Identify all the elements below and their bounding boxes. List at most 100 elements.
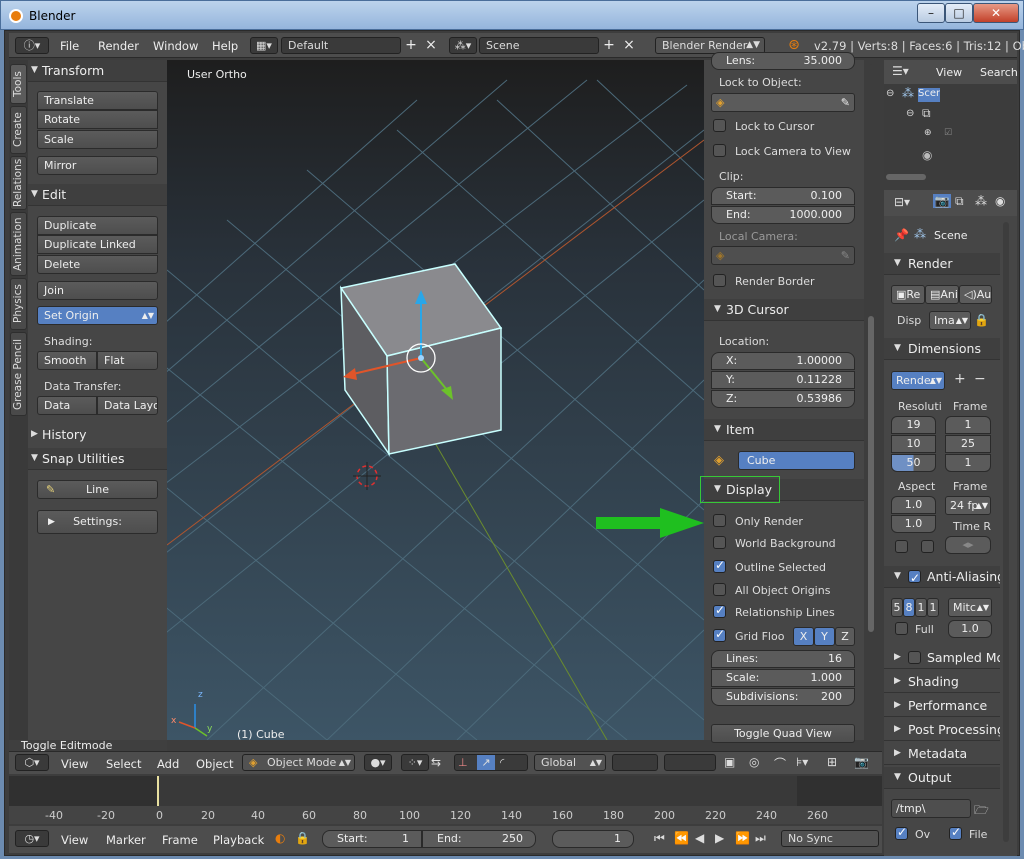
render-border-checkbox[interactable]: [713, 274, 726, 287]
3d-viewport[interactable]: z x y User Ortho (1) Cube: [167, 60, 704, 740]
only-render-checkbox[interactable]: [713, 514, 726, 527]
maximize-button[interactable]: □: [945, 3, 973, 23]
aspect-y-field[interactable]: 1.0: [891, 515, 936, 533]
mirror-button[interactable]: Mirror: [37, 156, 158, 175]
all-object-origins-checkbox[interactable]: [713, 583, 726, 596]
smooth-button[interactable]: Smooth: [37, 351, 97, 370]
pivot-point-icon[interactable]: ⁘▾: [401, 754, 429, 771]
render-animation-button[interactable]: ▤Ani: [925, 285, 959, 304]
clip-end-field[interactable]: End: 1000.000: [711, 206, 855, 224]
render-layers-icon[interactable]: ⧉: [922, 106, 931, 121]
render-layers-context-icon[interactable]: ⧉: [955, 194, 964, 209]
sampled-motion-blur-header[interactable]: ▶ Sampled Mo: [884, 647, 1000, 669]
add-scene-icon[interactable]: +: [600, 37, 618, 54]
scene-context-icon[interactable]: ⁂: [975, 194, 987, 208]
tab-create[interactable]: Create: [10, 106, 27, 154]
editor-type-info-icon[interactable]: ⓘ▾: [15, 37, 49, 54]
time-remap-field[interactable]: ◂▸: [945, 536, 991, 554]
timeline-menu-playback[interactable]: Playback: [213, 833, 264, 847]
resolution-x-field[interactable]: 19: [891, 416, 936, 434]
anti-aliasing-panel-header[interactable]: ▼ Anti-Aliasing: [884, 566, 1000, 588]
grid-subdivisions-field[interactable]: Subdivisions: 200: [711, 688, 855, 706]
frame-rate-dropdown[interactable]: 24 fp ▲▼: [945, 496, 991, 515]
remove-scene-icon[interactable]: ×: [620, 37, 638, 54]
full-sample-checkbox[interactable]: [895, 622, 908, 635]
minimize-button[interactable]: –: [917, 3, 945, 23]
scene-icon[interactable]: ⁂▾: [449, 37, 477, 54]
screen-layout-field[interactable]: Default: [281, 37, 401, 54]
item-panel-header[interactable]: ▼ Item: [704, 419, 864, 441]
border-checkbox[interactable]: [895, 540, 908, 553]
overwrite-checkbox[interactable]: [895, 825, 908, 840]
transform-orientation-dropdown[interactable]: Global ▲▼: [534, 754, 606, 771]
interaction-mode-dropdown[interactable]: ◈ Object Mode ▲▼: [242, 754, 355, 771]
tab-animation[interactable]: Animation: [10, 212, 27, 276]
outliner-editor-icon[interactable]: ☰▾: [892, 64, 909, 78]
add-layout-icon[interactable]: +: [402, 37, 420, 54]
grid-axis-y-toggle[interactable]: Y: [814, 627, 835, 646]
translate-manipulator-icon[interactable]: ⊥: [458, 755, 468, 770]
toggle-editmode-strip[interactable]: Toggle Editmode: [9, 740, 167, 751]
outliner-search-menu[interactable]: Search: [980, 66, 1018, 79]
menu-file[interactable]: File: [60, 39, 79, 53]
settings-button[interactable]: ▶ Settings:: [37, 510, 158, 534]
tab-tools[interactable]: Tools: [10, 64, 27, 104]
data-transfer-button[interactable]: Data: [37, 396, 97, 415]
npanel-scrollbar[interactable]: [868, 316, 874, 632]
resolution-y-field[interactable]: 10: [891, 435, 936, 453]
3d-cursor-panel-header[interactable]: ▼ 3D Cursor: [704, 299, 864, 321]
aa-samples-11[interactable]: 1: [915, 598, 927, 617]
collapse-icon[interactable]: ⊖: [906, 108, 914, 119]
flat-button[interactable]: Flat: [97, 351, 158, 370]
aspect-x-field[interactable]: 1.0: [891, 496, 936, 514]
file-browser-icon[interactable]: 🗁: [974, 801, 989, 822]
local-camera-field[interactable]: ◈ ✎: [711, 246, 855, 265]
history-panel-header[interactable]: ▶ History: [28, 424, 167, 446]
manipulator-buttons[interactable]: ⊥ ↗ ◜: [454, 754, 528, 771]
play-reverse-icon[interactable]: ◀: [695, 831, 704, 845]
layer-buttons-1[interactable]: [612, 754, 658, 771]
render-preview-icon[interactable]: 📷: [854, 755, 869, 769]
anti-aliasing-checkbox[interactable]: [908, 568, 921, 587]
start-frame-field[interactable]: Start: 1: [322, 830, 422, 848]
tab-relations[interactable]: Relations: [10, 156, 27, 210]
menu-add[interactable]: Add: [157, 757, 179, 771]
output-path-field[interactable]: /tmp\: [891, 799, 971, 818]
snap-element-icon[interactable]: ⊧▾: [796, 755, 808, 769]
toggle-quad-view-button[interactable]: Toggle Quad View: [711, 724, 855, 743]
world-context-icon[interactable]: ◉: [995, 194, 1005, 208]
world-background-checkbox[interactable]: [713, 536, 726, 549]
post-processing-panel-header[interactable]: ▶ Post Processing: [884, 719, 1000, 741]
rotate-button[interactable]: Rotate: [37, 110, 158, 129]
sync-mode-dropdown[interactable]: No Sync: [781, 830, 879, 847]
snap-utilities-header[interactable]: ▼ Snap Utilities: [28, 448, 167, 470]
clip-start-field[interactable]: Start: 0.100: [711, 187, 855, 205]
pin-icon[interactable]: 📌: [894, 228, 909, 242]
scene-field[interactable]: Scene: [479, 37, 599, 54]
play-icon[interactable]: ▶: [715, 831, 724, 845]
visibility-icon[interactable]: ☑: [944, 128, 952, 138]
grid-axis-x-toggle[interactable]: X: [793, 627, 814, 646]
render-audio-button[interactable]: ◁)Au: [959, 285, 992, 304]
collapse-icon[interactable]: ⊖: [886, 88, 894, 99]
cursor-z-field[interactable]: Z: 0.53986: [711, 390, 855, 408]
cursor-x-field[interactable]: X: 1.00000: [711, 352, 855, 370]
crop-checkbox[interactable]: [921, 540, 934, 553]
grid-floor-checkbox[interactable]: [713, 627, 726, 642]
render-context-icon[interactable]: 📷: [933, 194, 951, 208]
add-preset-icon[interactable]: +: [954, 371, 966, 387]
output-panel-header[interactable]: ▼ Output: [884, 767, 1000, 789]
translate-button[interactable]: Translate: [37, 91, 158, 110]
relationship-lines-checkbox[interactable]: [713, 603, 726, 618]
dimensions-panel-header[interactable]: ▼ Dimensions: [884, 338, 1000, 360]
lens-field[interactable]: Lens: 35.000: [711, 52, 855, 70]
jump-keyframe-forward-icon[interactable]: ⏩: [735, 831, 750, 845]
render-panel-header[interactable]: ▼ Render: [884, 253, 1000, 275]
rotate-manipulator-icon[interactable]: ↗: [477, 755, 495, 770]
file-extensions-checkbox[interactable]: [949, 825, 962, 840]
filter-size-field[interactable]: 1.0: [948, 620, 992, 638]
edit-panel-header[interactable]: ▼ Edit: [28, 184, 167, 206]
metadata-panel-header[interactable]: ▶ Metadata: [884, 743, 1000, 765]
tab-grease-pencil[interactable]: Grease Pencil: [10, 332, 27, 416]
display-mode-dropdown[interactable]: Ima ▲▼: [929, 311, 971, 330]
